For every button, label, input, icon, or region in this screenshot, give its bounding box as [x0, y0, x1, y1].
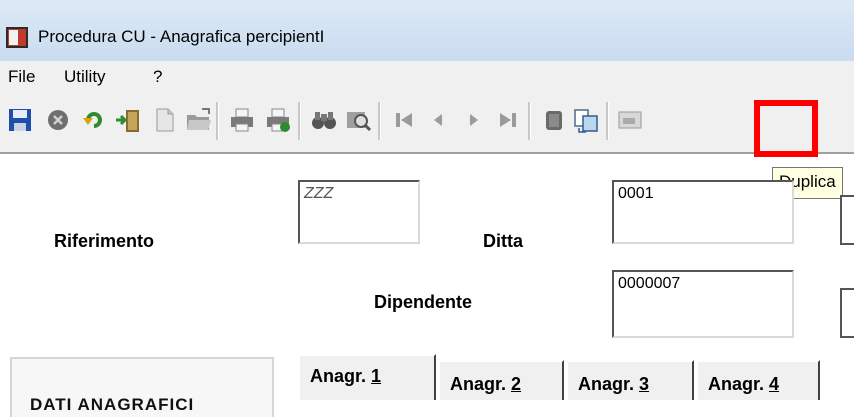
open-folder-icon[interactable]: [184, 106, 212, 134]
tab-accelerator: 2: [511, 374, 522, 394]
riferimento-field[interactable]: ZZZ: [298, 180, 420, 244]
panel-title: DATI ANAGRAFICI: [30, 395, 195, 414]
dipendente-label: Dipendente: [374, 292, 473, 312]
print-icon[interactable]: [228, 106, 256, 134]
toolbar-separator: [378, 102, 381, 140]
ditta-field[interactable]: 0001: [612, 180, 794, 244]
save-icon[interactable]: [6, 106, 34, 134]
tab-accelerator: 3: [639, 374, 650, 394]
tab-label: Anagr.: [310, 366, 372, 386]
tab-anagr-1[interactable]: Anagr. 1: [298, 354, 436, 400]
toolbar: [0, 92, 854, 154]
duplicate-icon[interactable]: [572, 106, 600, 134]
delete-icon[interactable]: [540, 106, 568, 134]
menu-bar: File Utility ?: [0, 61, 854, 93]
print-preview-icon[interactable]: [264, 106, 292, 134]
menu-utility[interactable]: Utility: [64, 67, 106, 87]
first-record-icon[interactable]: [390, 106, 418, 134]
new-document-icon[interactable]: [150, 106, 178, 134]
dati-anagrafici-panel: DATI ANAGRAFICI: [10, 357, 274, 417]
dipendente-description-field[interactable]: [840, 288, 854, 338]
exit-door-icon[interactable]: [114, 106, 142, 134]
tab-accelerator: 4: [769, 374, 780, 394]
menu-file[interactable]: File: [8, 67, 35, 87]
find-binoculars-icon[interactable]: [310, 106, 338, 134]
previous-record-icon[interactable]: [424, 106, 452, 134]
toolbar-separator: [606, 102, 609, 140]
title-bar: Procedura CU - Anagrafica percipientI: [0, 0, 854, 61]
tab-anagr-3[interactable]: Anagr. 3: [566, 360, 694, 400]
search-folder-icon[interactable]: [344, 106, 372, 134]
highlight-box: [754, 100, 818, 157]
tab-label: Anagr.: [450, 374, 512, 394]
next-record-icon[interactable]: [460, 106, 488, 134]
tab-label: Anagr.: [578, 374, 640, 394]
toolbar-separator: [216, 102, 219, 140]
refresh-icon[interactable]: [80, 106, 108, 134]
toolbar-separator: [528, 102, 531, 140]
dipendente-field[interactable]: 0000007: [612, 270, 794, 338]
tab-accelerator: 1: [371, 366, 382, 386]
last-record-icon[interactable]: [494, 106, 522, 134]
tab-anagr-2[interactable]: Anagr. 2: [438, 360, 564, 400]
ditta-label: Ditta: [483, 231, 523, 251]
app-icon: [6, 27, 28, 48]
menu-help[interactable]: ?: [153, 67, 162, 87]
tab-anagr-4[interactable]: Anagr. 4: [696, 360, 820, 400]
cancel-icon[interactable]: [44, 106, 72, 134]
other-tool-icon[interactable]: [616, 106, 644, 134]
window-title: Procedura CU - Anagrafica percipientI: [38, 27, 325, 46]
ditta-description-field[interactable]: [840, 195, 854, 245]
toolbar-separator: [298, 102, 301, 140]
tab-label: Anagr.: [708, 374, 770, 394]
riferimento-label: Riferimento: [54, 231, 155, 251]
